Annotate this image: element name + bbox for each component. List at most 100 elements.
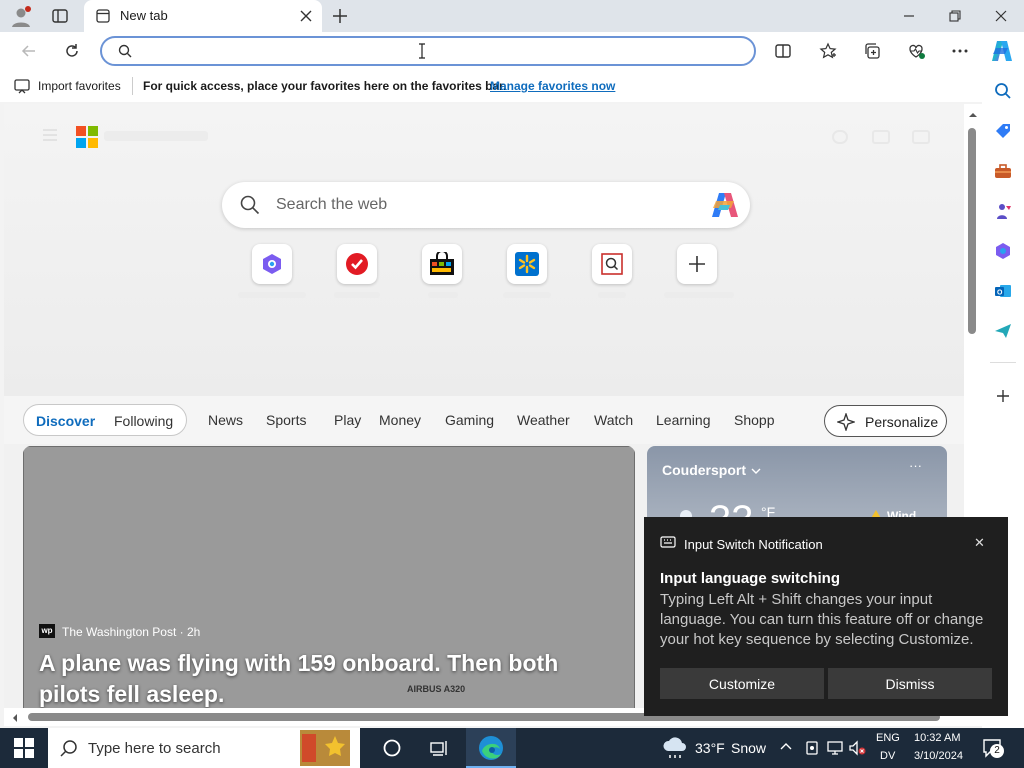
language-bottom[interactable]: DV <box>880 750 895 762</box>
close-window-button[interactable] <box>978 0 1024 32</box>
divider <box>132 77 133 95</box>
tab-discover[interactable]: Discover <box>36 413 95 429</box>
sparkle-icon <box>837 413 855 431</box>
notification-count-badge: 2 <box>990 744 1004 758</box>
brand-text-faded <box>104 131 208 141</box>
task-view-icon[interactable] <box>382 738 402 758</box>
collections-icon[interactable] <box>861 40 883 62</box>
tools-icon[interactable] <box>992 160 1014 182</box>
tab-following[interactable]: Following <box>114 413 173 429</box>
outlook-icon[interactable]: O <box>992 280 1014 302</box>
add-quick-link-button[interactable] <box>677 244 717 284</box>
weather-location[interactable]: Coudersport <box>662 462 746 478</box>
edge-icon <box>478 735 504 761</box>
search-highlight-icon[interactable] <box>300 730 350 766</box>
customize-button[interactable]: Customize <box>660 668 824 699</box>
title-bar: New tab <box>0 0 1024 32</box>
browser-essentials-icon[interactable] <box>905 40 927 62</box>
nav-play[interactable]: Play <box>334 412 361 428</box>
personalize-label: Personalize <box>865 414 939 430</box>
page-settings-icon[interactable] <box>912 130 930 144</box>
copilot-icon[interactable] <box>990 39 1014 63</box>
back-icon[interactable] <box>18 40 40 62</box>
nav-learning[interactable]: Learning <box>656 412 711 428</box>
add-sidebar-app-icon[interactable] <box>992 385 1014 407</box>
dismiss-button[interactable]: Dismiss <box>828 668 992 699</box>
restore-button[interactable] <box>932 0 978 32</box>
quick-link-walmart[interactable] <box>507 244 547 284</box>
personalize-button[interactable]: Personalize <box>824 405 947 437</box>
notification-app-title: Input Switch Notification <box>684 537 823 552</box>
windows-taskbar: Type here to search 33°F Snow ENG DV 10:… <box>0 728 1024 768</box>
quick-link-search[interactable] <box>592 244 632 284</box>
send-icon[interactable] <box>992 320 1014 342</box>
m365-sidebar-icon[interactable] <box>992 240 1014 262</box>
notifications-icon[interactable] <box>872 130 890 144</box>
taskbar-weather-temp[interactable]: 33°F <box>695 740 725 756</box>
network-icon[interactable] <box>827 740 843 756</box>
profile-icon[interactable] <box>10 6 32 28</box>
language-top[interactable]: ENG <box>876 732 900 744</box>
browser-toolbar <box>0 32 1024 70</box>
settings-more-icon[interactable] <box>949 40 971 62</box>
quick-link-label-faded <box>664 292 734 298</box>
new-tab-icon[interactable] <box>332 8 348 24</box>
clock-date[interactable]: 3/10/2024 <box>914 750 963 762</box>
widgets-icon[interactable] <box>430 739 450 757</box>
web-search-box[interactable]: Search the web <box>222 182 750 228</box>
walmart-icon <box>515 252 539 276</box>
nav-watch[interactable]: Watch <box>594 412 633 428</box>
minimize-button[interactable] <box>886 0 932 32</box>
apps-menu-icon[interactable] <box>42 128 58 142</box>
windows-start-icon[interactable] <box>14 738 34 758</box>
import-favorites-link[interactable]: Import favorites <box>38 79 121 93</box>
search-icon[interactable] <box>992 80 1014 102</box>
scroll-thumb[interactable] <box>968 128 976 334</box>
nav-gaming[interactable]: Gaming <box>445 412 494 428</box>
scroll-left-icon[interactable] <box>12 713 18 723</box>
taskbar-search-placeholder: Type here to search <box>88 740 221 757</box>
taskbar-search-box[interactable]: Type here to search <box>48 728 360 768</box>
quick-link-label-faded <box>334 292 380 298</box>
games-icon[interactable] <box>992 200 1014 222</box>
refresh-icon[interactable] <box>61 40 83 62</box>
favorites-icon[interactable] <box>817 40 839 62</box>
dismiss-label: Dismiss <box>885 675 935 692</box>
nav-shopping[interactable]: Shopp <box>734 412 774 428</box>
quick-link-copilot[interactable] <box>252 244 292 284</box>
chevron-down-icon[interactable] <box>751 467 761 475</box>
split-screen-icon[interactable] <box>772 40 794 62</box>
address-bar[interactable] <box>100 36 756 66</box>
close-tab-icon[interactable] <box>300 10 312 22</box>
chevron-up-icon[interactable] <box>780 742 792 750</box>
nav-weather[interactable]: Weather <box>517 412 570 428</box>
taskbar-weather-condition[interactable]: Snow <box>731 740 766 756</box>
quick-link-target[interactable] <box>337 244 377 284</box>
tab-actions-icon[interactable] <box>52 8 68 24</box>
favorites-bar: Import favorites For quick access, place… <box>0 70 982 102</box>
tab-new-tab[interactable]: New tab <box>84 0 322 32</box>
volume-muted-icon[interactable] <box>849 740 867 756</box>
nav-news[interactable]: News <box>208 412 243 428</box>
weather-card[interactable]: Coudersport ··· 33 °F Wind <box>647 446 947 526</box>
manage-favorites-link[interactable]: Manage favorites now <box>490 79 615 93</box>
meet-now-icon[interactable] <box>805 740 819 756</box>
plus-icon <box>689 256 705 272</box>
nav-sports[interactable]: Sports <box>266 412 306 428</box>
shopping-tag-icon[interactable] <box>992 120 1014 142</box>
taskbar-edge-button[interactable] <box>466 728 516 768</box>
quick-link-shopping[interactable] <box>422 244 462 284</box>
copilot-search-icon[interactable] <box>710 191 740 219</box>
top-story-card[interactable]: AIRBUS A320 wp The Washington Post · 2h … <box>23 446 635 716</box>
quick-link-label-faded <box>598 292 626 298</box>
nav-money[interactable]: Money <box>379 412 421 428</box>
clock-time[interactable]: 10:32 AM <box>914 732 960 744</box>
close-icon[interactable]: ✕ <box>974 535 985 551</box>
scroll-up-icon[interactable] <box>968 112 978 118</box>
search-icon <box>240 195 260 215</box>
notification-body: Typing Left Alt + Shift changes your inp… <box>660 591 984 648</box>
svg-text:O: O <box>997 290 1003 297</box>
weather-more-icon[interactable]: ··· <box>909 458 922 473</box>
story-headline[interactable]: A plane was flying with 159 onboard. The… <box>39 648 599 710</box>
rewards-icon[interactable] <box>832 130 848 144</box>
